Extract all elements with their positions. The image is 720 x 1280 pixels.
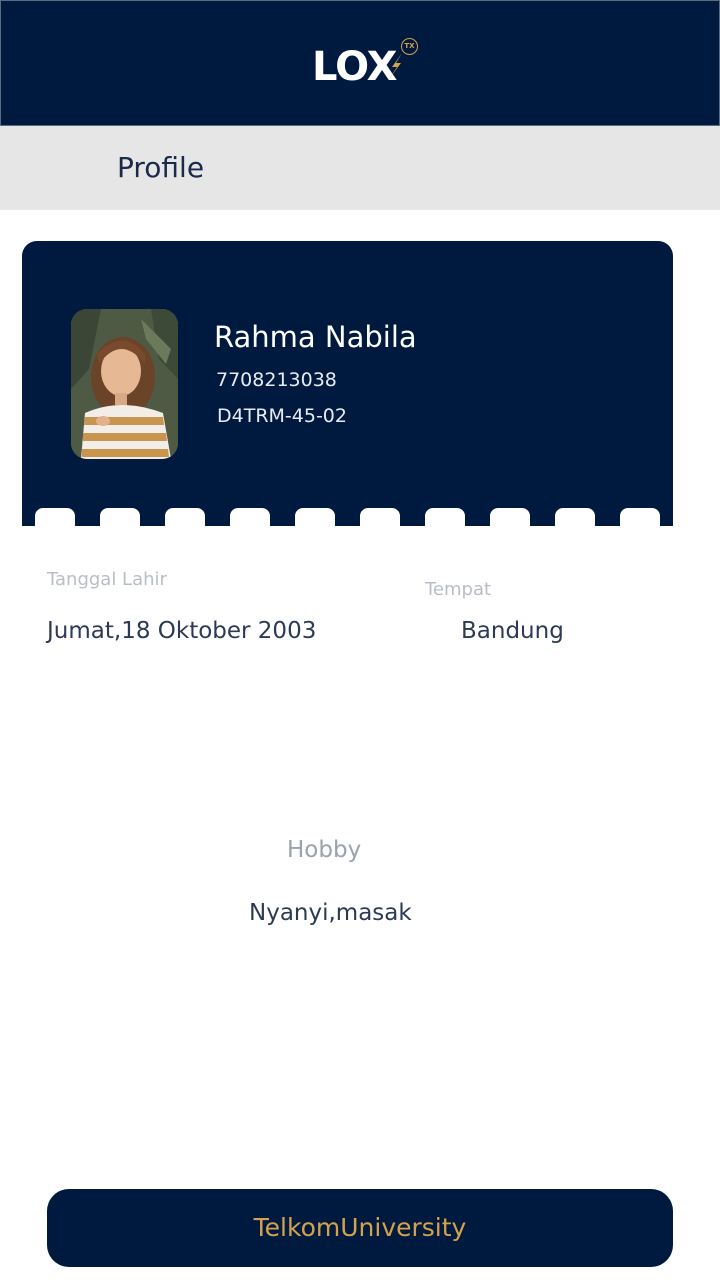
avatar bbox=[71, 309, 178, 459]
card-notch bbox=[100, 508, 140, 530]
card-notch bbox=[360, 508, 400, 530]
lox-logo: LOX TX bbox=[312, 37, 422, 93]
place-value: Bandung bbox=[461, 618, 564, 644]
card-notch bbox=[165, 508, 205, 530]
card-notch bbox=[425, 508, 465, 530]
card-notch bbox=[620, 508, 660, 530]
title-bar bbox=[0, 126, 720, 210]
footer-bar[interactable]: TelkomUniversity bbox=[47, 1189, 673, 1267]
profile-photo bbox=[71, 309, 178, 459]
logo-text: LOX bbox=[312, 44, 397, 90]
card-notch bbox=[35, 508, 75, 530]
place-label: Tempat bbox=[425, 579, 492, 600]
card-notch bbox=[555, 508, 595, 530]
logo-badge: TX bbox=[401, 38, 418, 55]
footer-label: TelkomUniversity bbox=[253, 1213, 467, 1242]
lightning-spark-icon bbox=[389, 53, 402, 79]
hobby-value: Nyanyi,masak bbox=[249, 900, 412, 926]
birth-date-value: Jumat,18 Oktober 2003 bbox=[47, 618, 317, 644]
page-title: Profile bbox=[117, 151, 205, 184]
card-notch bbox=[230, 508, 270, 530]
student-id: 7708213038 bbox=[216, 369, 337, 391]
app-header: LOX TX bbox=[0, 0, 720, 126]
hobby-label: Hobby bbox=[287, 837, 362, 863]
card-notch bbox=[295, 508, 335, 530]
card-notch bbox=[490, 508, 530, 530]
profile-name: Rahma Nabila bbox=[214, 320, 417, 354]
class-code: D4TRM-45-02 bbox=[217, 405, 347, 427]
birth-date-label: Tanggal Lahir bbox=[47, 569, 167, 590]
